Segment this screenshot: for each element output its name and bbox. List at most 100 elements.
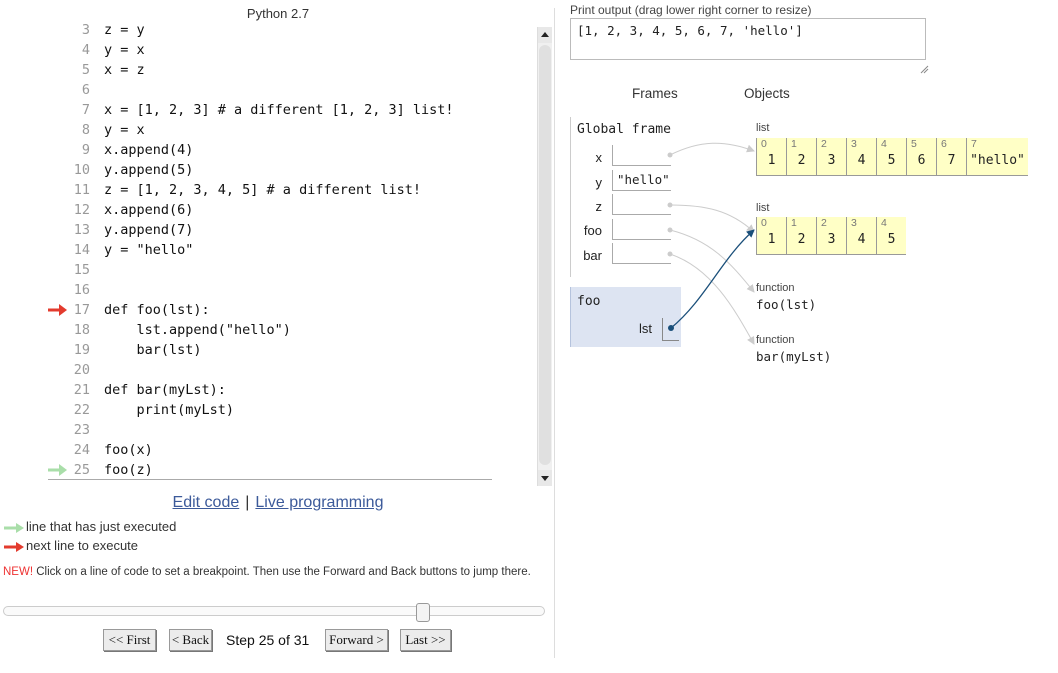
code-line[interactable]: 24 foo(x) (48, 440, 536, 460)
cell-value: 4 (857, 153, 866, 168)
code-display[interactable]: 3 z = y 4 y = x 5 x = z 6 7 x = [1, 2, 3] # a di… (48, 18, 552, 483)
code-line[interactable]: 19 bar(lst) (48, 340, 536, 360)
cell-value: 5 (887, 153, 896, 168)
forward-button[interactable]: Forward > (325, 629, 388, 651)
objects-header: Objects (744, 86, 790, 101)
line-code-text: x = z (104, 62, 145, 78)
triangle-up-icon (541, 32, 549, 37)
cell-index: 6 (941, 138, 947, 150)
code-line[interactable]: 14 y = "hello" (48, 240, 536, 260)
code-line[interactable]: 6 (48, 80, 536, 100)
code-line[interactable]: 12 x.append(6) (48, 200, 536, 220)
resize-grip-icon[interactable] (920, 65, 929, 74)
cell-index: 1 (791, 217, 797, 229)
code-line[interactable]: 18 lst.append("hello") (48, 320, 536, 340)
line-number: 11 (73, 182, 90, 198)
red-arrow-icon (4, 541, 24, 552)
list2-cell: 12 (786, 217, 816, 255)
cell-index: 3 (851, 138, 857, 150)
func-foo-name: foo(lst) (756, 297, 817, 312)
var-value-y: "hello" (617, 172, 670, 187)
code-scrollbar[interactable] (537, 27, 552, 486)
cell-index: 1 (791, 138, 797, 150)
line-code-text: y = x (104, 122, 145, 138)
line-number: 10 (73, 162, 90, 178)
step-counter: Step 25 of 31 (226, 632, 310, 648)
cell-value: 2 (797, 153, 806, 168)
cell-index: 5 (911, 138, 917, 150)
step-slider-handle[interactable] (416, 603, 430, 622)
step-slider[interactable] (3, 606, 545, 616)
list2-cell: 01 (756, 217, 786, 255)
cell-index: 2 (821, 138, 827, 150)
line-number: 16 (73, 282, 90, 298)
line-code-text: y.append(7) (104, 222, 194, 238)
list1-type-label: list (756, 122, 770, 134)
cell-index: 4 (881, 138, 887, 150)
var-name-lst: lst (639, 321, 652, 336)
live-programming-link[interactable]: Live programming (255, 494, 383, 511)
line-number: 24 (73, 442, 90, 458)
var-box-x (612, 145, 671, 166)
code-line[interactable]: 4 y = x (48, 40, 536, 60)
code-line[interactable]: 22 print(myLst) (48, 400, 536, 420)
legend-next-line: next line to execute (4, 538, 138, 553)
list1-cell: 56 (906, 138, 936, 176)
var-box-z (612, 194, 671, 215)
scroll-up-button[interactable] (538, 27, 552, 43)
print-output-label: Print output (drag lower right corner to… (570, 3, 812, 17)
line-number: 3 (81, 22, 90, 38)
line-number: 12 (73, 202, 90, 218)
code-line[interactable]: 13 y.append(7) (48, 220, 536, 240)
code-line[interactable]: 5 x = z (48, 60, 536, 80)
line-code-text: x.append(4) (104, 142, 194, 158)
breakpoint-note-text: Click on a line of code to set a breakpo… (33, 566, 531, 578)
code-line[interactable]: 10 y.append(5) (48, 160, 536, 180)
code-line[interactable]: 15 (48, 260, 536, 280)
line-number: 7 (81, 102, 90, 118)
func-bar-name: bar(myLst) (756, 349, 832, 364)
last-button[interactable]: Last >> (400, 629, 451, 651)
breakpoint-note: NEW! Click on a line of code to set a br… (3, 566, 533, 579)
code-line[interactable]: 17 def foo(lst): (48, 300, 536, 320)
cell-index: 4 (881, 217, 887, 229)
line-code-text: foo(x) (104, 442, 153, 458)
scroll-thumb[interactable] (539, 45, 551, 465)
code-line[interactable]: 23 (48, 420, 536, 440)
list2-cell: 45 (876, 217, 906, 255)
code-line[interactable]: 16 (48, 280, 536, 300)
func-bar-type-label: function (756, 334, 795, 346)
code-line[interactable]: 21 def bar(myLst): (48, 380, 536, 400)
var-box-lst (662, 318, 679, 341)
line-code-text: z = [1, 2, 3, 4, 5] # a different list! (104, 182, 421, 198)
first-button[interactable]: << First (103, 629, 156, 651)
line-code-text: print(myLst) (104, 402, 235, 418)
line-code-text: z = y (104, 22, 145, 38)
back-button[interactable]: < Back (169, 629, 212, 651)
legend-just-executed-label: line that has just executed (26, 519, 177, 534)
line-number: 20 (73, 362, 90, 378)
code-line[interactable]: 7 x = [1, 2, 3] # a different [1, 2, 3] l… (48, 100, 536, 120)
cell-value: 4 (857, 232, 866, 247)
cell-value: 5 (887, 232, 896, 247)
scroll-down-button[interactable] (538, 470, 552, 486)
line-number: 4 (81, 42, 90, 58)
code-line[interactable]: 20 (48, 360, 536, 380)
cell-value: 1 (767, 153, 776, 168)
code-line[interactable]: 11 z = [1, 2, 3, 4, 5] # a different list… (48, 180, 536, 200)
pointer-x-to-list1 (669, 142, 755, 156)
edit-code-link[interactable]: Edit code (173, 494, 240, 511)
code-line[interactable]: 3 z = y (48, 20, 536, 40)
cell-index: 7 (971, 138, 977, 150)
code-line[interactable]: 8 y = x (48, 120, 536, 140)
code-line[interactable]: 9 x.append(4) (48, 140, 536, 160)
print-output-box[interactable]: [1, 2, 3, 4, 5, 6, 7, 'hello'] (570, 18, 926, 60)
panel-divider (554, 8, 555, 658)
list1-cell: 01 (756, 138, 786, 176)
code-line[interactable]: 25 foo(z) (48, 460, 536, 480)
cell-value: 3 (827, 232, 836, 247)
cell-value: 3 (827, 153, 836, 168)
cell-value: 7 (947, 153, 956, 168)
line-code-text: y.append(5) (104, 162, 194, 178)
list2-type-label: list (756, 202, 770, 214)
